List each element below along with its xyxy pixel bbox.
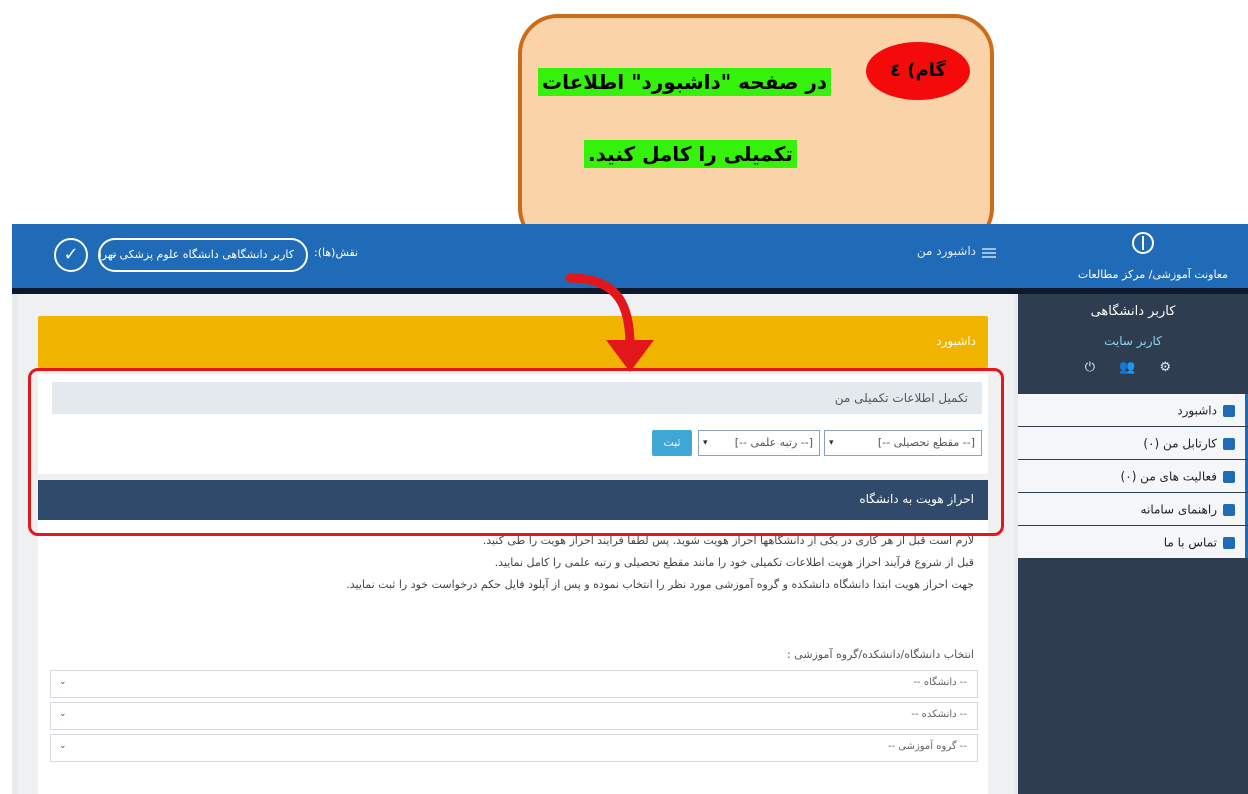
emblem-icon <box>1132 232 1154 254</box>
faculty-select[interactable]: -- دانشکده -- ⌄ <box>50 702 978 730</box>
sidebar-item-activities[interactable]: فعالیت های من (۰) <box>1018 460 1248 492</box>
chevron-down-icon: ⌄ <box>110 249 119 260</box>
sidebar-item-contact[interactable]: تماس با ما <box>1018 526 1248 558</box>
role-label: نقش(ها): <box>314 246 359 259</box>
university-select[interactable]: -- دانشگاه -- ⌄ <box>50 670 978 698</box>
sidebar-item-label: کارتابل من (۰) <box>1143 436 1217 451</box>
select-section-label: انتخاب دانشگاه/دانشکده/گروه آموزشی : <box>786 648 974 661</box>
sidebar-item-label: راهنمای سامانه <box>1140 502 1217 517</box>
dashboard-header: داشبورد <box>38 316 988 368</box>
page-title: داشبورد من <box>916 244 976 258</box>
sidebar-item-guide[interactable]: راهنمای سامانه <box>1018 493 1248 525</box>
sidebar-item-label: داشبورد <box>1177 403 1217 418</box>
callout-line-2: تکمیلی را کامل کنید. <box>584 140 797 168</box>
sidebar: کاربر دانشگاهی کاربر سایت ⚙ 👥 ⏻ داشبورد … <box>1018 294 1248 794</box>
dashboard-header-title: داشبورد <box>936 334 976 348</box>
auth-paragraph: جهت احراز هویت ابتدا دانشگاه دانشکده و گ… <box>346 578 974 591</box>
chevron-down-icon: ⌄ <box>59 709 67 719</box>
inbox-icon <box>1223 437 1235 450</box>
dashboard-icon <box>1223 404 1235 417</box>
faculty-select-value: -- دانشکده -- <box>911 709 967 720</box>
sidebar-item-label: فعالیت های من (۰) <box>1120 469 1217 484</box>
confirm-role-button[interactable]: ✓ <box>54 238 88 272</box>
auth-panel: لازم است قبل از هر کاری در یکی از دانشگا… <box>38 520 988 794</box>
user-role: کاربر سایت <box>1104 334 1162 348</box>
brand-org: معاونت آموزشی/ مرکز مطالعات <box>1077 268 1228 281</box>
role-select[interactable]: کاربر دانشگاهی دانشگاه علوم پزشکی تهران … <box>98 238 308 272</box>
chevron-down-icon: ⌄ <box>59 677 67 687</box>
user-name: کاربر دانشگاهی <box>1090 304 1176 319</box>
highlight-box <box>28 368 1004 536</box>
user-action-icons[interactable]: ⚙ 👥 ⏻ <box>1018 360 1248 375</box>
sidebar-item-label: تماس با ما <box>1163 535 1217 550</box>
hamburger-menu-icon[interactable] <box>982 248 996 258</box>
sidebar-item-cartable[interactable]: کارتابل من (۰) <box>1018 427 1248 459</box>
callout-line-1: در صفحه "داشبورد" اطلاعات <box>538 68 832 96</box>
brand-logo: معاونت آموزشی/ مرکز مطالعات <box>1044 230 1234 286</box>
book-icon <box>1223 503 1235 516</box>
group-select-value: -- گروه آموزشی -- <box>887 741 967 752</box>
sidebar-item-dashboard[interactable]: داشبورد <box>1018 394 1248 426</box>
auth-paragraph: قبل از شروع فرآیند احراز هویت اطلاعات تک… <box>494 556 974 569</box>
group-select[interactable]: -- گروه آموزشی -- ⌄ <box>50 734 978 762</box>
university-select-value: -- دانشگاه -- <box>913 677 967 688</box>
activity-icon <box>1223 470 1235 483</box>
red-arrow-icon <box>565 273 654 372</box>
sidebar-menu: داشبورد کارتابل من (۰) فعالیت های من (۰)… <box>1018 394 1248 559</box>
phone-icon <box>1223 536 1235 549</box>
chevron-down-icon: ⌄ <box>59 741 67 751</box>
step-badge: گام) ٤ <box>866 42 970 100</box>
role-select-value: کاربر دانشگاهی دانشگاه علوم پزشکی تهران <box>98 248 294 261</box>
